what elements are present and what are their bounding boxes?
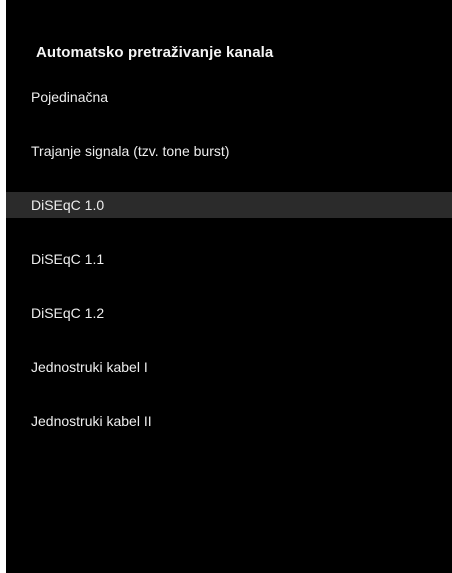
- menu-item-tone-burst[interactable]: Trajanje signala (tzv. tone burst): [6, 138, 452, 164]
- menu-item-single-cable-1[interactable]: Jednostruki kabel I: [6, 354, 452, 380]
- menu-item-diseqc-1-2[interactable]: DiSEqC 1.2: [6, 300, 452, 326]
- menu-item-single-cable-2[interactable]: Jednostruki kabel II: [6, 408, 452, 434]
- menu-item-diseqc-1-0[interactable]: DiSEqC 1.0: [6, 192, 452, 218]
- tv-menu-screen: Automatsko pretraživanje kanala Pojedina…: [6, 0, 452, 573]
- option-list: Pojedinačna Trajanje signala (tzv. tone …: [6, 84, 452, 462]
- menu-title: Automatsko pretraživanje kanala: [36, 44, 274, 61]
- menu-item-diseqc-1-1[interactable]: DiSEqC 1.1: [6, 246, 452, 272]
- menu-item-pojedinacna[interactable]: Pojedinačna: [6, 84, 452, 110]
